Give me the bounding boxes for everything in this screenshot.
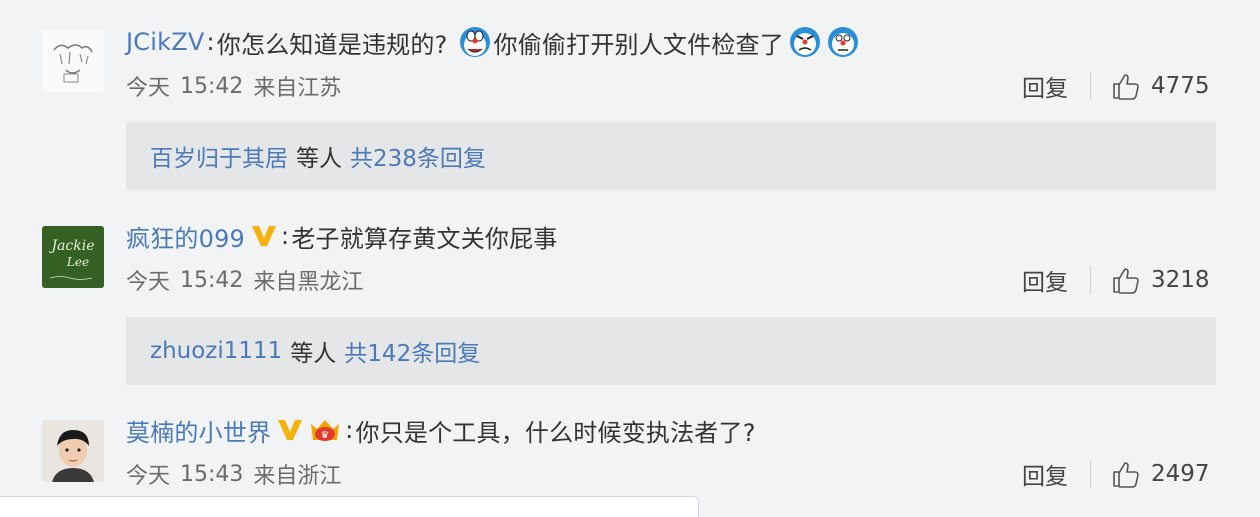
reply-button[interactable]: 回复 [1022, 263, 1078, 297]
comment-actions: 回复 2497 [1022, 458, 1210, 490]
like-count: 4775 [1151, 73, 1210, 99]
colon: : [281, 222, 290, 250]
replies-summary[interactable]: zhuozi1111 等人 共142条回复 [126, 317, 1216, 385]
svg-text:♛: ♛ [321, 430, 330, 441]
comment-body: JCikZV : 你怎么知道是违规的? 你偷偷打开别人文件检查了 [126, 24, 860, 60]
source-location: 来自黑龙江 [253, 270, 364, 295]
comment-text: 老子就算存黄文关你屁事 [291, 224, 558, 253]
comment-meta: 今天 15:42 来自黑龙江 [126, 264, 363, 296]
source-location: 来自江苏 [253, 76, 342, 101]
v-badge-icon [275, 415, 305, 445]
replies-summary[interactable]: 百岁归于其居 等人 共238条回复 [126, 122, 1216, 190]
doraemon-emoji [826, 25, 860, 59]
replies-count-link[interactable]: 共238条回复 [350, 139, 486, 173]
reply-button[interactable]: 回复 [1022, 69, 1078, 103]
time-label: 今天 [126, 76, 171, 101]
doraemon-emoji [788, 25, 822, 59]
reply-author-link[interactable]: 百岁归于其居 [150, 139, 288, 173]
avatar-text-2: Lee [66, 255, 89, 269]
timestamp: 15:43 [180, 461, 244, 487]
comment-meta: 今天 15:42 来自江苏 [126, 70, 341, 102]
comment-meta: 今天 15:43 来自浙江 [126, 458, 341, 490]
comment-text: 你怎么知道是违规的? [216, 30, 448, 59]
divider [1090, 72, 1091, 100]
divider [1090, 460, 1091, 488]
comment-body: 疯狂的099 : 老子就算存黄文关你屁事 [126, 218, 558, 254]
doraemon-emoji [458, 25, 492, 59]
replies-etc: 等人 [296, 146, 342, 172]
comment-text: 你只是个工具，什么时候变执法者了? [355, 418, 756, 447]
avatar[interactable]: Jackie Lee [42, 226, 104, 288]
comment-text-2: 你偷偷打开别人文件检查了 [493, 30, 784, 59]
time-label: 今天 [126, 464, 171, 489]
avatar[interactable] [42, 420, 104, 482]
timestamp: 15:42 [180, 267, 244, 293]
thumbs-up-icon[interactable] [1111, 265, 1141, 295]
v-badge-icon [249, 221, 279, 251]
replies-etc: 等人 [290, 341, 337, 367]
comment-actions: 回复 4775 [1022, 70, 1210, 102]
colon: : [345, 416, 354, 444]
divider [1090, 266, 1091, 294]
thumbs-up-icon[interactable] [1111, 71, 1141, 101]
timestamp: 15:42 [180, 73, 244, 99]
avatar[interactable] [42, 30, 104, 92]
reply-button[interactable]: 回复 [1022, 457, 1078, 491]
colon: : [206, 28, 215, 56]
thumbs-up-icon[interactable] [1111, 459, 1141, 489]
comment-actions: 回复 3218 [1022, 264, 1210, 296]
comment-body: 莫楠的小世界 ♛ : 你只是个工具，什么时候变执法者了? [126, 412, 756, 448]
time-label: 今天 [126, 270, 171, 295]
like-count: 3218 [1151, 267, 1210, 293]
bottom-panel-edge [0, 496, 699, 517]
username-link[interactable]: 疯狂的099 [126, 219, 245, 254]
username-link[interactable]: 莫楠的小世界 [126, 413, 271, 448]
username-link[interactable]: JCikZV [126, 28, 204, 56]
like-count: 2497 [1151, 461, 1210, 487]
avatar-text-1: Jackie [48, 238, 94, 254]
replies-count-link[interactable]: 共142条回复 [344, 334, 480, 368]
source-location: 来自浙江 [253, 464, 342, 489]
crown-badge-icon: ♛ [307, 414, 343, 446]
reply-author-link[interactable]: zhuozi1111 [150, 338, 282, 364]
